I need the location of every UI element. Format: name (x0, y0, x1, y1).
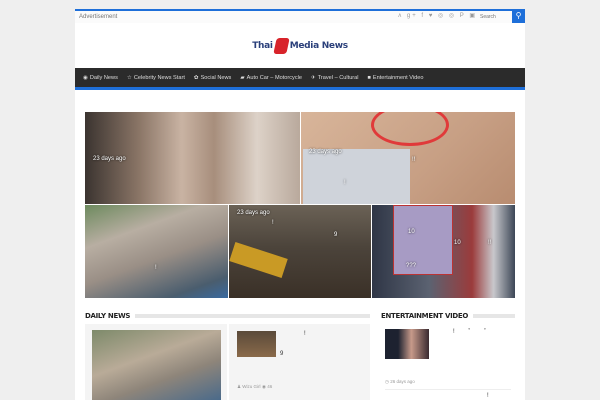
daily-news-main-card[interactable] (85, 324, 227, 400)
logo-text-right: Media News (289, 40, 348, 51)
post-title-fragment: 10 (454, 240, 461, 246)
video-title-fragment[interactable]: ! (487, 393, 489, 399)
section-title: DAILY NEWS (85, 312, 131, 320)
main-nav: ◉ Daily News ☆ Celebrity News Start ✿ Social … (75, 68, 525, 90)
nav-label: Social News (200, 74, 232, 81)
post-title-fragment: ! (344, 180, 346, 186)
gear-icon: ✿ (193, 74, 199, 81)
post-title-fragment: ??? (406, 263, 417, 269)
post-title-fragment[interactable]: ! (304, 331, 306, 337)
featured-grid: 23 days ago 23 days ago ! !! ! 23 days a… (85, 112, 515, 298)
star-icon: ☆ (126, 74, 132, 81)
entertainment-video-header: ENTERTAINMENT VIDEO (381, 312, 515, 320)
post-title-fragment: 9 (334, 232, 338, 238)
nav-item-auto-car-motorcycle[interactable]: ▰ Auto Car – Motorcycle (240, 75, 302, 81)
nav-label: Travel – Cultural (317, 74, 359, 81)
nav-label: Celebrity News Start (133, 74, 185, 81)
car-icon: ▰ (240, 74, 245, 81)
video-date: ◷ 26 days ago (385, 379, 415, 384)
featured-post-1[interactable]: 23 days ago (85, 112, 300, 204)
daily-news-item[interactable]: ! 9 ♟ Wizu Girl ◉ 46 (229, 324, 370, 400)
plane-icon: ✈ (311, 74, 316, 81)
post-title-fragment: !! (488, 240, 492, 246)
inset-drawing (303, 149, 410, 204)
excavator (229, 241, 288, 279)
view-count: 46 (267, 384, 273, 389)
advertisement-label: Advertisement (79, 14, 118, 20)
site-logo[interactable]: Thai Media News (75, 23, 525, 68)
featured-post-4[interactable]: 23 days ago ! 9 (229, 205, 371, 298)
post-thumbnail[interactable] (92, 330, 221, 400)
section-title: ENTERTAINMENT VIDEO (381, 312, 469, 320)
video-thumbnail[interactable] (385, 329, 429, 359)
author-name: Wizu Girl (242, 384, 261, 389)
search-button[interactable]: ⚲ (512, 9, 525, 23)
logo-text-left: Thai (252, 40, 273, 51)
daily-news-header: DAILY NEWS (85, 312, 370, 320)
document-photo (393, 205, 453, 275)
featured-post-2[interactable]: 23 days ago ! !! (301, 112, 515, 204)
video-title-fragment[interactable]: ! ˚ ˚ (453, 329, 492, 335)
post-title-fragment: ! (155, 265, 157, 271)
video-icon: ■ (367, 74, 371, 81)
logo-mark-icon (273, 37, 290, 54)
nav-item-daily-news[interactable]: ◉ Daily News (83, 75, 118, 81)
globe-icon: ◉ (83, 74, 88, 81)
post-title-fragment: 10 (408, 229, 415, 235)
top-bar: Advertisement ᴧ g+ f ♥ ◎ ◎ P ▣ ⚲ (75, 9, 525, 23)
nav-item-celebrity-news-start[interactable]: ☆ Celebrity News Start (127, 75, 185, 81)
red-circle-annotation (371, 112, 449, 146)
video-list: ! ˚ ˚ ◷ 26 days ago ! (381, 325, 515, 400)
post-views: ◉ 46 (262, 384, 273, 389)
featured-post-3[interactable]: ! (85, 205, 228, 298)
nav-label: Auto Car – Motorcycle (246, 74, 302, 81)
post-date: 23 days ago (309, 149, 342, 155)
page-container: Advertisement ᴧ g+ f ♥ ◎ ◎ P ▣ ⚲ Thai Med… (75, 9, 525, 400)
post-title-fragment: ! (272, 220, 274, 226)
social-icons[interactable]: ᴧ g+ f ♥ ◎ ◎ P ▣ (398, 12, 477, 19)
search-icon: ⚲ (515, 11, 522, 20)
search-input[interactable] (476, 11, 512, 22)
date-text: 26 days ago (390, 379, 415, 384)
nav-item-social-news[interactable]: ✿ Social News (194, 75, 231, 81)
post-title-fragment[interactable]: 9 (280, 351, 283, 357)
featured-post-5[interactable]: 10 10 !! ??? (372, 205, 515, 298)
post-author[interactable]: ♟ Wizu Girl (237, 384, 261, 390)
nav-item-travel-cultural[interactable]: ✈ Travel – Cultural (311, 75, 359, 81)
post-date: 23 days ago (237, 210, 270, 216)
divider (385, 389, 511, 390)
post-title-fragment: !! (412, 157, 416, 163)
nav-item-entertainment-video[interactable]: ■ Entertainment Video (368, 75, 424, 81)
post-date: 23 days ago (93, 156, 126, 162)
nav-label: Daily News (89, 74, 118, 81)
post-thumbnail[interactable] (237, 331, 276, 357)
nav-label: Entertainment Video (372, 74, 424, 81)
